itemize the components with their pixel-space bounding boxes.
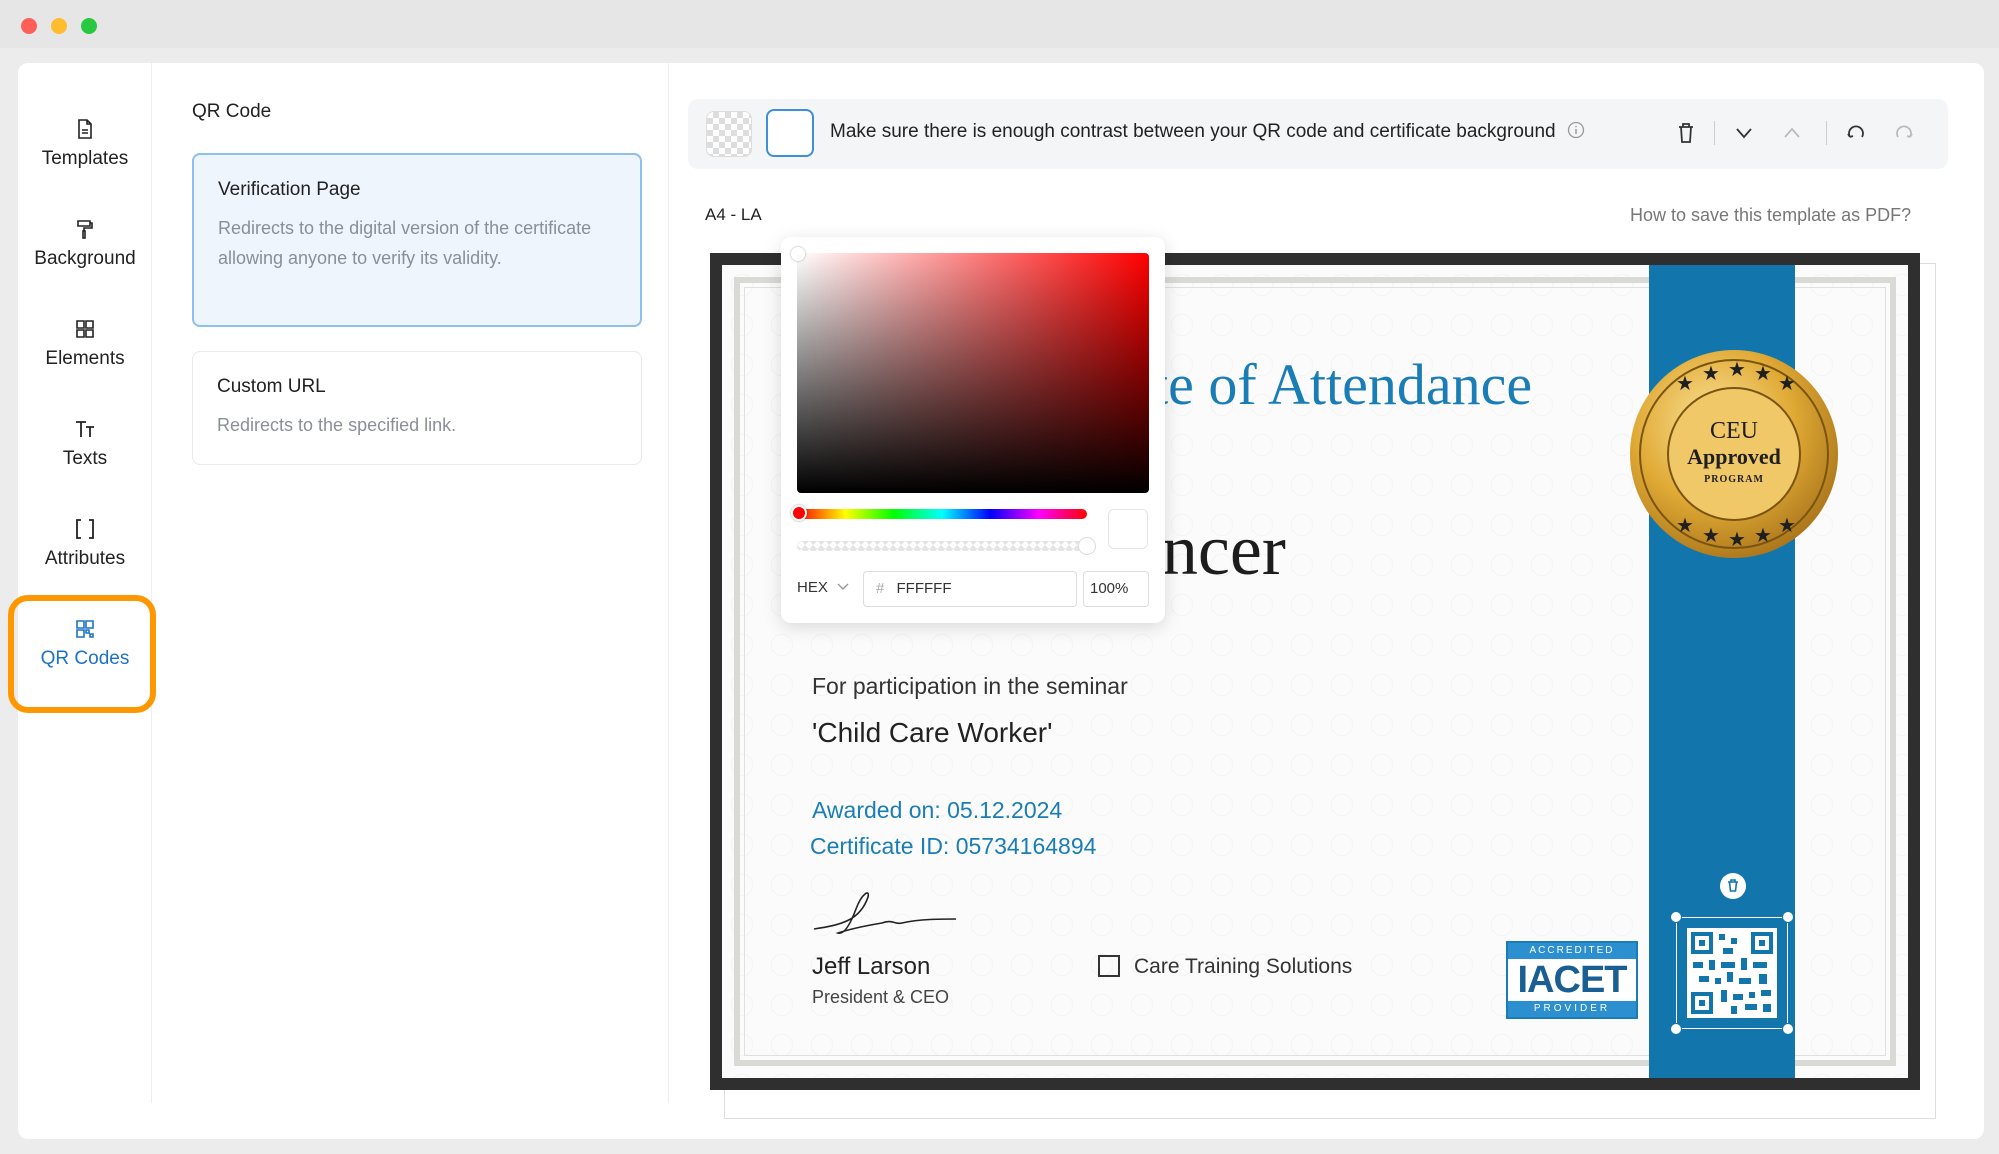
badge-top-text: ACCREDITED <box>1508 943 1636 959</box>
sidebar-item-label: Elements <box>45 348 125 369</box>
sidebar-item-texts[interactable]: Texts <box>18 418 152 508</box>
sidebar-item-label: Texts <box>62 448 108 469</box>
toolbar-divider <box>1826 121 1827 145</box>
grid-icon <box>76 320 94 338</box>
maximize-window-button[interactable] <box>81 18 97 34</box>
redo-icon[interactable] <box>1890 119 1918 147</box>
option-description: Redirects to the digital version of the … <box>218 218 592 268</box>
alpha-slider[interactable] <box>797 541 1087 551</box>
color-picker-popover: HEX # FFFFFF 100% <box>781 237 1165 623</box>
trash-icon[interactable] <box>1672 119 1700 147</box>
panel-title: QR Code <box>192 101 272 122</box>
certificate-id[interactable]: Certificate ID: 05734164894 <box>810 833 1096 860</box>
company-name[interactable]: Care Training Solutions <box>1134 955 1352 979</box>
signer-name[interactable]: Jeff Larson <box>812 953 930 981</box>
hue-slider[interactable] <box>797 509 1087 519</box>
qr-code-image <box>1687 928 1777 1018</box>
qr-code-element[interactable] <box>1676 917 1788 1029</box>
chevron-down-icon <box>837 583 849 590</box>
transparent-color-swatch[interactable] <box>706 111 752 157</box>
sidebar-item-background[interactable]: Background <box>18 218 152 308</box>
sidebar-item-label: Attributes <box>44 548 126 569</box>
hash-prefix: # <box>876 580 885 597</box>
paint-roller-icon <box>77 220 93 239</box>
option-description: Redirects to the specified link. <box>217 415 457 435</box>
alpha-input[interactable]: 100% <box>1083 571 1149 607</box>
badge-mid-text: IACET <box>1517 959 1628 1001</box>
app-window: Templates Background Elements Texts Attr… <box>8 63 1984 1139</box>
svg-text:★: ★ <box>1728 357 1746 381</box>
color-format-label: HEX <box>797 579 828 596</box>
option-title: Verification Page <box>218 179 361 200</box>
save-as-pdf-help-link[interactable]: How to save this template as PDF? <box>1630 205 1911 226</box>
color-format-select[interactable]: HEX <box>797 579 850 596</box>
color-preview <box>1108 509 1148 549</box>
contrast-hint: Make sure there is enough contrast betwe… <box>830 121 1585 143</box>
qr-codes-highlight-outline <box>8 595 156 713</box>
svg-text:★: ★ <box>1676 371 1694 395</box>
info-icon[interactable] <box>1567 121 1585 139</box>
alpha-slider-handle[interactable] <box>1078 537 1096 555</box>
document-icon <box>78 119 92 139</box>
svg-text:★: ★ <box>1728 527 1746 551</box>
paper-size-label[interactable]: A4 - LA <box>705 205 762 225</box>
signer-role[interactable]: President & CEO <box>812 987 949 1008</box>
sidebar: Templates Background Elements Texts Attr… <box>8 63 156 1103</box>
option-verification-page[interactable]: Verification Page Redirects to the digit… <box>192 153 642 327</box>
saturation-value-area[interactable] <box>797 253 1149 493</box>
course-name[interactable]: 'Child Care Worker' <box>812 717 1052 749</box>
undo-icon[interactable] <box>1842 119 1870 147</box>
svg-text:★: ★ <box>1702 361 1720 385</box>
element-toolbar: Make sure there is enough contrast betwe… <box>688 99 1948 169</box>
company-logo-icon <box>1098 955 1120 977</box>
sidebar-item-label: Background <box>34 248 136 269</box>
resize-handle-top-left[interactable] <box>1670 911 1682 923</box>
signature[interactable] <box>810 885 960 945</box>
awarded-date[interactable]: Awarded on: 05.12.2024 <box>812 797 1062 824</box>
toolbar-divider <box>1714 121 1715 145</box>
hex-input[interactable]: # FFFFFF <box>863 571 1077 607</box>
ceu-approved-seal[interactable]: ★ ★ ★ ★ ★ ★ ★ ★ ★ ★ CEU Approved PROGRAM <box>1628 348 1840 560</box>
qr-delete-button[interactable] <box>1720 873 1746 899</box>
close-window-button[interactable] <box>21 18 37 34</box>
seal-line3: PROGRAM <box>1704 474 1764 485</box>
move-down-icon[interactable] <box>1730 119 1758 147</box>
text-icon <box>76 421 94 437</box>
svg-text:★: ★ <box>1754 361 1772 385</box>
hex-value: FFFFFF <box>896 580 952 597</box>
sidebar-item-label: Templates <box>41 148 129 169</box>
sidebar-item-elements[interactable]: Elements <box>18 318 152 408</box>
seal-line1: CEU <box>1710 418 1758 444</box>
qr-background-color-swatch[interactable] <box>766 109 814 157</box>
saturation-value-handle[interactable] <box>791 247 805 261</box>
svg-text:★: ★ <box>1778 513 1796 537</box>
certificate-title[interactable]: te of Attendance <box>1152 351 1532 418</box>
svg-text:★: ★ <box>1702 523 1720 547</box>
resize-handle-top-right[interactable] <box>1782 911 1794 923</box>
seal-line2: Approved <box>1687 444 1781 469</box>
badge-bottom-text: PROVIDER <box>1508 1001 1636 1017</box>
move-up-icon[interactable] <box>1778 119 1806 147</box>
svg-text:★: ★ <box>1778 371 1796 395</box>
svg-text:★: ★ <box>1676 513 1694 537</box>
resize-handle-bottom-right[interactable] <box>1782 1023 1794 1035</box>
option-custom-url[interactable]: Custom URL Redirects to the specified li… <box>192 351 642 465</box>
qr-options-panel: QR Code Verification Page Redirects to t… <box>152 63 669 1103</box>
hue-slider-handle[interactable] <box>791 505 807 521</box>
window-titlebar <box>0 0 1999 48</box>
iacet-badge[interactable]: ACCREDITED IACET PROVIDER <box>1506 941 1638 1019</box>
brackets-icon <box>76 519 94 539</box>
option-title: Custom URL <box>217 376 326 397</box>
contrast-hint-text: Make sure there is enough contrast betwe… <box>830 121 1556 142</box>
minimize-window-button[interactable] <box>51 18 67 34</box>
sidebar-item-templates[interactable]: Templates <box>18 118 152 208</box>
svg-text:★: ★ <box>1754 523 1772 547</box>
participation-text[interactable]: For participation in the seminar <box>812 673 1128 700</box>
trash-icon <box>1728 879 1738 892</box>
resize-handle-bottom-left[interactable] <box>1670 1023 1682 1035</box>
